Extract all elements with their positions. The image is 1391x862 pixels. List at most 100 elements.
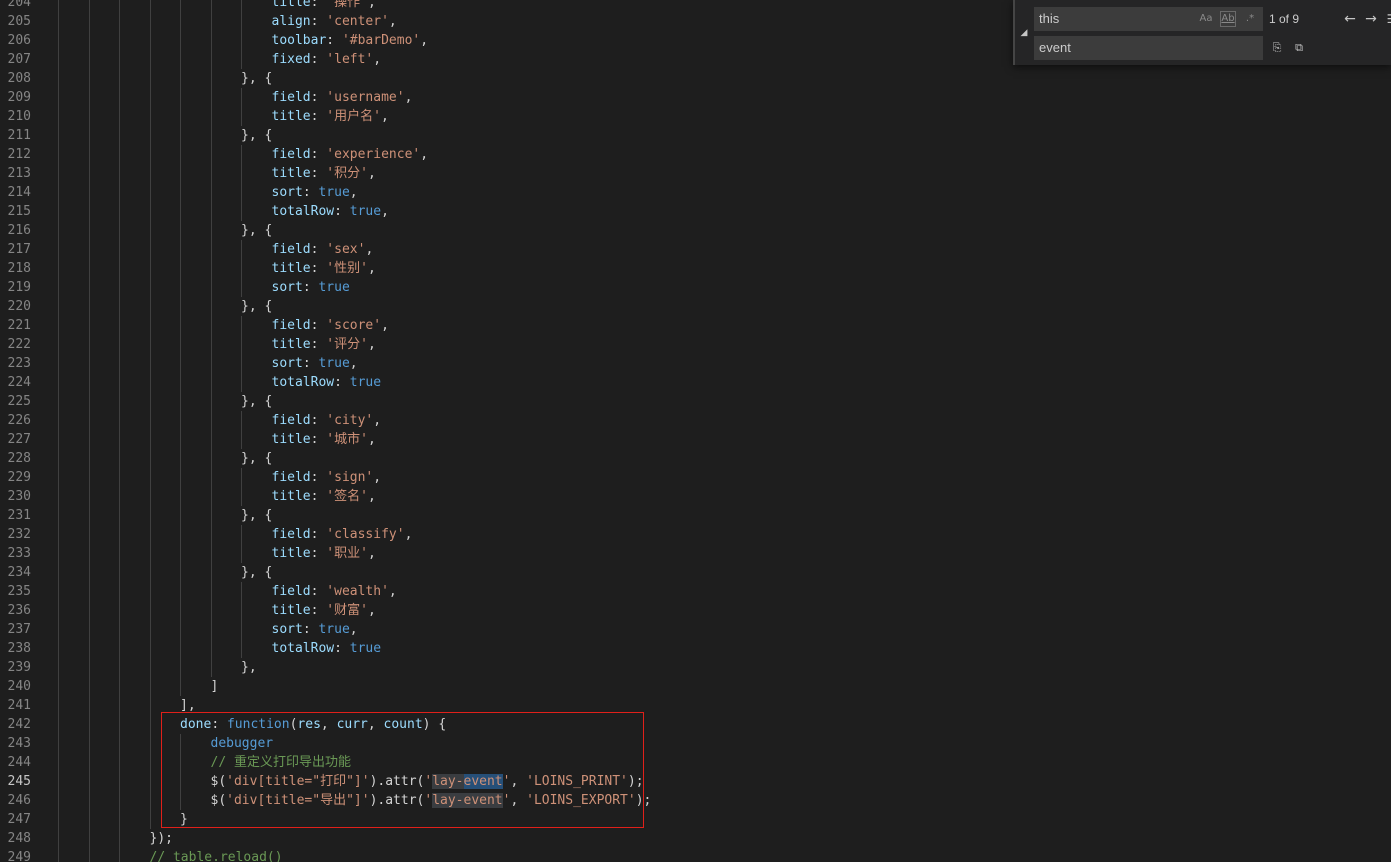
indent-guide xyxy=(58,411,59,430)
code-line[interactable]: 213 title: '积分', xyxy=(0,164,1391,183)
code-text: fixed: 'left', xyxy=(272,50,382,69)
code-token: 'sex' xyxy=(326,242,366,257)
code-line[interactable]: 214 sort: true, xyxy=(0,183,1391,202)
code-line[interactable]: 219 sort: true xyxy=(0,278,1391,297)
code-line[interactable]: 240] xyxy=(0,677,1391,696)
code-line[interactable]: 242 done: function(res, curr, count) { xyxy=(0,715,1391,734)
code-line[interactable]: 225}, { xyxy=(0,392,1391,411)
indent-guide xyxy=(88,829,90,848)
code-line[interactable]: 247} xyxy=(0,810,1391,829)
indent-guide xyxy=(58,487,59,506)
code-line[interactable]: 233 title: '职业', xyxy=(0,544,1391,563)
code-text: field: 'sign', xyxy=(272,468,382,487)
indent-guide xyxy=(241,12,242,31)
line-number: 220 xyxy=(7,299,31,314)
indent-guide xyxy=(119,278,120,297)
indent-guide xyxy=(210,202,212,221)
whole-word-toggle[interactable]: Ab xyxy=(1220,11,1236,27)
code-token: : xyxy=(310,242,327,257)
code-line[interactable]: 244 // 重定义打印导出功能 xyxy=(0,753,1391,772)
replace-input[interactable]: event xyxy=(1034,36,1263,60)
chevron-right-icon[interactable]: ◢ xyxy=(1017,0,1031,65)
code-line[interactable]: 221 field: 'score', xyxy=(0,316,1391,335)
code-line[interactable]: 239}, xyxy=(0,658,1391,677)
indent-guide xyxy=(210,240,212,259)
code-line[interactable]: 234}, { xyxy=(0,563,1391,582)
code-line[interactable]: 249 // table.reload() xyxy=(0,848,1391,862)
code-line[interactable]: 236 title: '财富', xyxy=(0,601,1391,620)
code-line[interactable]: 245 $('div[title="打印"]').attr('lay-event '… xyxy=(0,772,1391,791)
code-line[interactable]: 232 field: 'classify', xyxy=(0,525,1391,544)
match-case-toggle[interactable]: Aa xyxy=(1198,11,1214,27)
indent-guide xyxy=(149,753,151,772)
replace-all-icon[interactable]: ⧉ xyxy=(1290,39,1308,57)
indent-guide xyxy=(88,848,90,862)
line-number: 229 xyxy=(7,470,31,485)
code-line[interactable]: 222 title: '评分', xyxy=(0,335,1391,354)
code-line[interactable]: 216}, { xyxy=(0,221,1391,240)
indent-guide xyxy=(58,392,59,411)
indent-guide xyxy=(149,107,151,126)
arrow-up-icon[interactable]: ← xyxy=(1341,10,1359,28)
code-token: ' xyxy=(424,774,433,789)
indent-guide xyxy=(210,392,212,411)
code-token: , xyxy=(373,413,382,428)
code-line[interactable]: 208}, { xyxy=(0,69,1391,88)
code-token: function xyxy=(226,717,290,732)
code-line[interactable]: 238 totalRow: true xyxy=(0,639,1391,658)
indent-guide xyxy=(58,221,59,240)
code-line[interactable]: 218 title: '性别', xyxy=(0,259,1391,278)
code-line[interactable]: 230 title: '签名', xyxy=(0,487,1391,506)
code-token: ); xyxy=(635,793,652,808)
indent-guide xyxy=(241,601,242,620)
code-line[interactable]: 224 totalRow: true xyxy=(0,373,1391,392)
code-line[interactable]: 226 field: 'city', xyxy=(0,411,1391,430)
code-line[interactable]: 248}); xyxy=(0,829,1391,848)
indent-guide xyxy=(149,620,151,639)
code-line[interactable]: 212 field: 'experience', xyxy=(0,145,1391,164)
code-line[interactable]: 243 debugger xyxy=(0,734,1391,753)
code-token: , xyxy=(367,489,376,504)
code-editor[interactable]: 204 title: '操作', 205 align: 'center', 206 too… xyxy=(0,0,1391,862)
code-line[interactable]: 237 sort: true, xyxy=(0,620,1391,639)
indent-guide xyxy=(119,411,120,430)
code-token: : xyxy=(310,261,327,276)
code-line[interactable]: 223 sort: true, xyxy=(0,354,1391,373)
line-number: 232 xyxy=(7,527,31,542)
code-token: '积分' xyxy=(326,166,368,181)
code-line[interactable]: 211}, { xyxy=(0,126,1391,145)
regex-toggle[interactable]: .* xyxy=(1242,11,1258,27)
arrow-down-icon[interactable]: → xyxy=(1362,10,1380,28)
code-token: fixed xyxy=(271,52,311,67)
code-line[interactable]: 246 $('div[title="导出"]').attr('lay-event '… xyxy=(0,791,1391,810)
code-line[interactable]: 217 field: 'sex', xyxy=(0,240,1391,259)
code-line[interactable]: 231}, { xyxy=(0,506,1391,525)
line-number: 216 xyxy=(7,223,31,238)
indent-guide xyxy=(180,791,181,810)
indent-guide xyxy=(119,601,120,620)
code-line[interactable]: 227 title: '城市', xyxy=(0,430,1391,449)
indent-guide xyxy=(180,183,181,202)
code-token: sort xyxy=(271,280,303,295)
indent-guide xyxy=(119,506,120,525)
code-line[interactable]: 229 field: 'sign', xyxy=(0,468,1391,487)
indent-guide xyxy=(119,658,120,677)
code-line[interactable]: 210 title: '用户名', xyxy=(0,107,1391,126)
code-token: }, { xyxy=(241,71,273,86)
code-token: : xyxy=(310,166,327,181)
code-line[interactable]: 235 field: 'wealth', xyxy=(0,582,1391,601)
code-line[interactable]: 220}, { xyxy=(0,297,1391,316)
code-line[interactable]: 209 field: 'username', xyxy=(0,88,1391,107)
indent-guide xyxy=(58,316,59,335)
line-number: 221 xyxy=(7,318,31,333)
code-line[interactable]: 215 totalRow: true, xyxy=(0,202,1391,221)
indent-guide xyxy=(119,31,120,50)
code-token: , xyxy=(510,774,527,789)
code-line[interactable]: 241], xyxy=(0,696,1391,715)
code-line[interactable]: 228}, { xyxy=(0,449,1391,468)
code-text: $('div[title="导出"]').attr('lay-event', '… xyxy=(211,791,652,810)
line-number: 226 xyxy=(7,413,31,428)
selection-icon[interactable]: ☰ xyxy=(1383,10,1391,28)
indent-guide xyxy=(58,715,59,734)
replace-icon[interactable]: ⎘ xyxy=(1268,39,1286,57)
